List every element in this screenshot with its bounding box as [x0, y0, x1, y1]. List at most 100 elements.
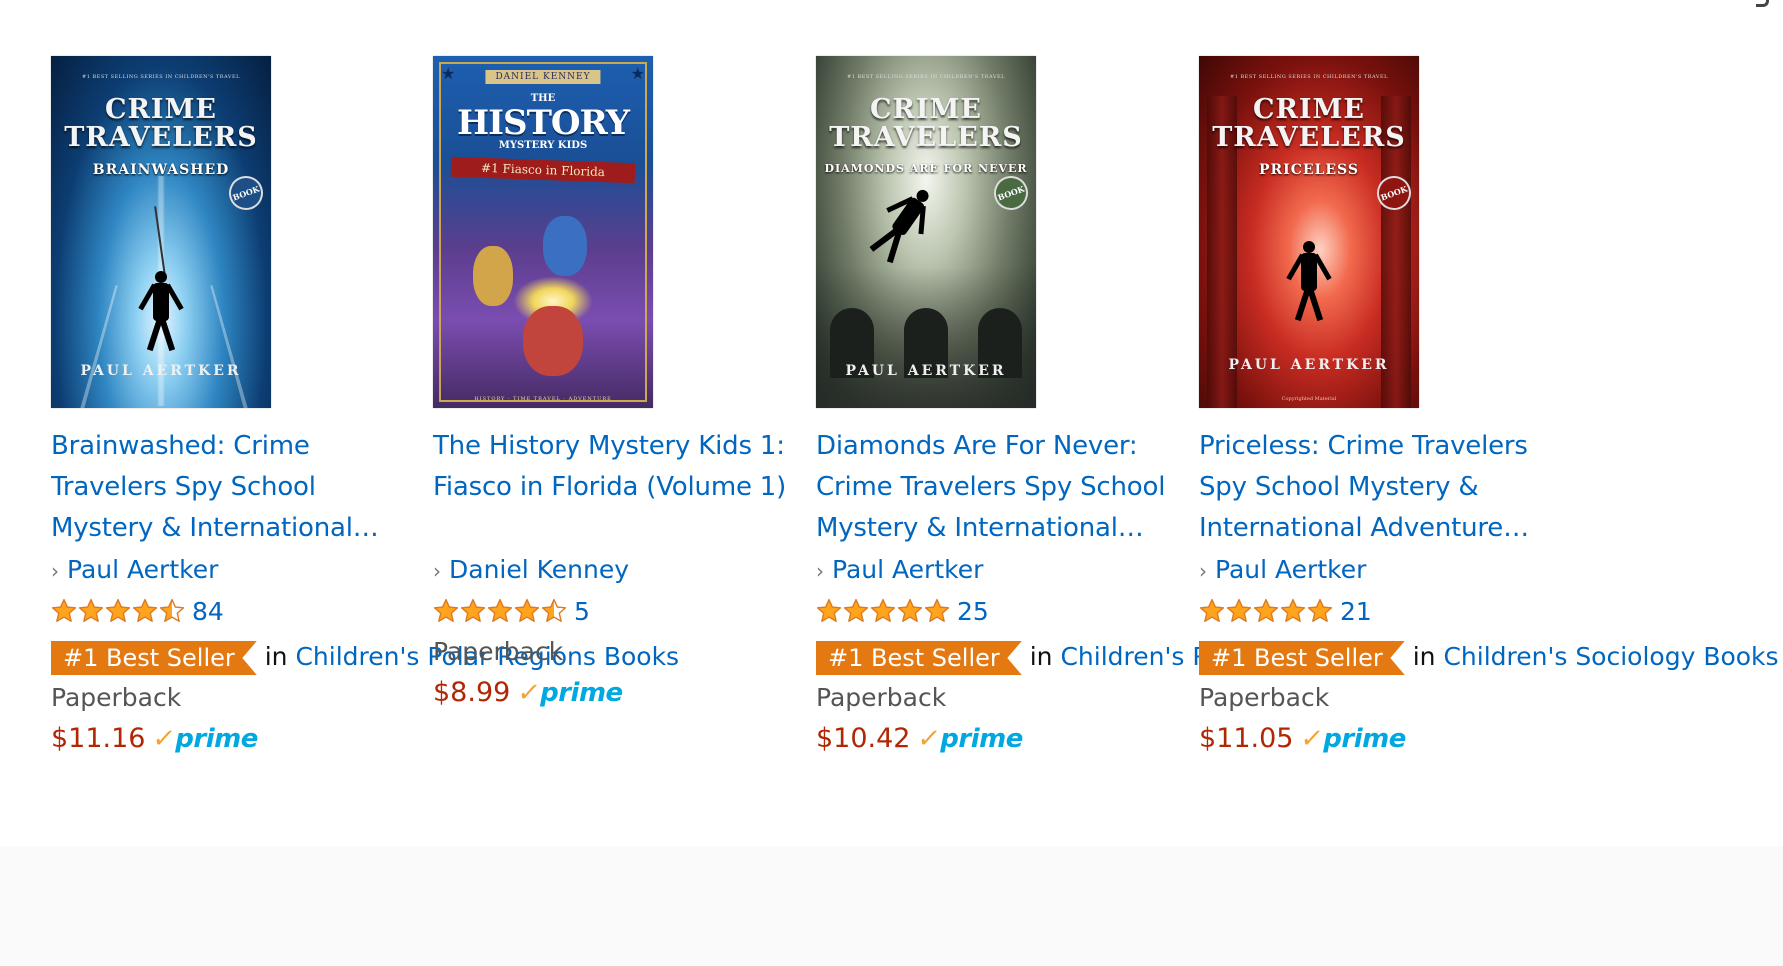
prime-label: prime — [1323, 724, 1406, 754]
book-title-link[interactable]: The History Mystery Kids 1: Fiasco in Fl… — [433, 426, 788, 549]
price-row: $11.16 ✓ prime — [51, 718, 411, 760]
price[interactable]: $11.16 — [51, 723, 145, 754]
best-seller-in-label: in — [1412, 642, 1436, 671]
star-icon — [132, 598, 158, 622]
author-link[interactable]: Paul Aertker — [1215, 555, 1366, 584]
star-icon — [924, 598, 950, 622]
book-title-link[interactable]: Diamonds Are For Never: Crime Travelers … — [816, 426, 1171, 549]
cover-footer: Copyrighted Material — [1281, 396, 1337, 402]
star-icon — [897, 598, 923, 622]
star-icon — [487, 598, 513, 622]
book-title-link[interactable]: Priceless: Crime Travelers Spy School My… — [1199, 426, 1554, 549]
best-seller-row: #1 Best Seller in Children's Sociology B… — [1199, 636, 1779, 678]
author-row: › Paul Aertker — [816, 551, 1176, 590]
star-icon — [541, 598, 567, 622]
price-row: $8.99 ✓ prime — [433, 672, 793, 714]
price[interactable]: $11.05 — [1199, 723, 1293, 754]
chevron-right-icon: › — [816, 559, 824, 583]
book-cover-image[interactable]: #1 BEST SELLING SERIES IN CHILDREN'S TRA… — [816, 56, 1036, 408]
star-icon — [843, 598, 869, 622]
author-link[interactable]: Paul Aertker — [67, 555, 218, 584]
star-icon — [816, 598, 842, 622]
best-seller-badge[interactable]: #1 Best Seller — [1199, 641, 1405, 675]
cover-book-badge: BOOK — [989, 171, 1033, 215]
price[interactable]: $10.42 — [816, 723, 910, 754]
chevron-right-icon: › — [433, 559, 441, 583]
star-icon — [159, 598, 185, 622]
cover-book-title: PRICELESS — [1259, 162, 1359, 178]
star-icon — [870, 598, 896, 622]
best-seller-badge[interactable]: #1 Best Seller — [51, 641, 257, 675]
rating-row: 5 — [433, 590, 793, 632]
rating-count-link[interactable]: 21 — [1340, 597, 1372, 626]
cover-author: PAUL AERTKER — [1228, 357, 1390, 373]
kid-illustration — [543, 216, 587, 276]
product-card: ★ ★ DANIEL KENNEY THE HISTORY MYSTERY KI… — [433, 56, 793, 714]
star-icon — [514, 598, 540, 622]
prime-logo: ✓ prime — [516, 672, 624, 714]
best-seller-row: #1 Best Seller in Children's Polar Regio… — [51, 636, 679, 678]
author-row: › Daniel Kenney — [433, 551, 793, 590]
prime-label: prime — [175, 724, 258, 754]
scroll-corner-icon — [1756, 0, 1769, 7]
best-seller-category-link[interactable]: Children's Sociology Books — [1443, 642, 1778, 671]
rating-count-link[interactable]: 84 — [192, 597, 224, 626]
cover-history-title: HISTORY — [457, 103, 630, 143]
star-icon — [1307, 598, 1333, 622]
format-label: Paperback — [51, 683, 182, 712]
best-seller-in-label: in — [1029, 642, 1053, 671]
rating-count-link[interactable]: 5 — [574, 597, 590, 626]
product-card: #1 BEST SELLING SERIES IN CHILDREN'S TRA… — [1199, 56, 1779, 760]
book-cover-image[interactable]: ★ ★ DANIEL KENNEY THE HISTORY MYSTERY KI… — [433, 56, 653, 408]
star-icon — [433, 598, 459, 622]
star-rating[interactable] — [433, 597, 568, 625]
format-label: Paperback — [1199, 683, 1330, 712]
star-rating[interactable] — [1199, 597, 1334, 625]
cover-top-line: #1 BEST SELLING SERIES IN CHILDREN'S TRA… — [1230, 74, 1388, 80]
prime-label: prime — [540, 678, 623, 708]
kid-illustration — [523, 306, 583, 376]
best-seller-badge[interactable]: #1 Best Seller — [816, 641, 1022, 675]
cover-author: PAUL AERTKER — [80, 363, 242, 379]
author-row: › Paul Aertker — [51, 551, 411, 590]
star-icon — [1199, 598, 1225, 622]
star-icon — [105, 598, 131, 622]
book-title-link[interactable]: Brainwashed: Crime Travelers Spy School … — [51, 426, 406, 549]
prime-logo: ✓ prime — [151, 718, 259, 760]
cover-book-title: BRAINWASHED — [92, 162, 230, 178]
cover-book-title: DIAMONDS ARE FOR NEVER — [824, 162, 1028, 175]
cover-footer: HISTORY · TIME TRAVEL · ADVENTURE — [474, 396, 612, 402]
product-card: #1 BEST SELLING SERIES IN CHILDREN'S TRA… — [816, 56, 1348, 760]
book-cover-image[interactable]: #1 BEST SELLING SERIES IN CHILDREN'S TRA… — [1199, 56, 1419, 408]
format-label: Paperback — [816, 683, 947, 712]
author-row: › Paul Aertker — [1199, 551, 1559, 590]
rating-row: 84 — [51, 590, 411, 632]
author-link[interactable]: Paul Aertker — [832, 555, 983, 584]
price-row: $10.42 ✓ prime — [816, 718, 1176, 760]
cover-series-title: CRIME TRAVELERS — [64, 94, 258, 153]
price[interactable]: $8.99 — [433, 677, 510, 708]
star-rating[interactable] — [816, 597, 951, 625]
book-cover-image[interactable]: #1 BEST SELLING SERIES IN CHILDREN'S TRA… — [51, 56, 271, 408]
kid-illustration — [473, 246, 513, 306]
prime-logo: ✓ prime — [1299, 718, 1407, 760]
best-seller-in-label: in — [264, 642, 288, 671]
chevron-right-icon: › — [51, 559, 59, 583]
cover-top-line: #1 BEST SELLING SERIES IN CHILDREN'S TRA… — [847, 74, 1005, 80]
best-seller-row: #1 Best Seller in Children's Pirate Book… — [816, 636, 1348, 678]
prime-logo: ✓ prime — [916, 718, 1024, 760]
cover-series-title: CRIME TRAVELERS — [829, 94, 1023, 153]
star-rating[interactable] — [51, 597, 186, 625]
price-row: $11.05 ✓ prime — [1199, 718, 1559, 760]
star-decoration-icon: ★ — [441, 64, 456, 83]
cover-series-title: CRIME TRAVELERS — [1212, 94, 1406, 153]
star-icon — [51, 598, 77, 622]
author-link[interactable]: Daniel Kenney — [449, 555, 629, 584]
prime-label: prime — [940, 724, 1023, 754]
rating-count-link[interactable]: 25 — [957, 597, 989, 626]
star-icon — [1280, 598, 1306, 622]
star-decoration-icon: ★ — [630, 64, 645, 83]
cover-top-line: #1 BEST SELLING SERIES IN CHILDREN'S TRA… — [82, 74, 240, 80]
chevron-right-icon: › — [1199, 559, 1207, 583]
star-icon — [78, 598, 104, 622]
